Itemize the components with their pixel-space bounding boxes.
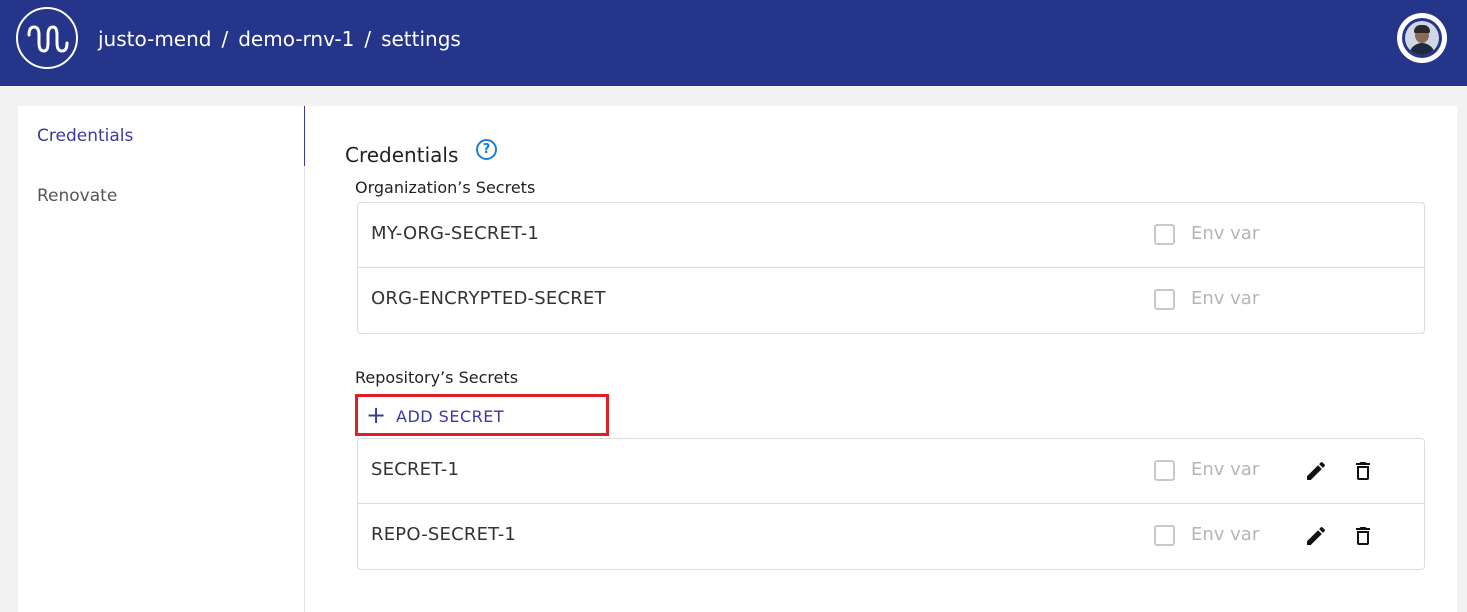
secret-name: MY-ORG-SECRET-1 bbox=[371, 223, 540, 244]
top-app-bar: justo-mend / demo-rnv-1 / settings bbox=[0, 0, 1467, 86]
repo-secrets-label: Repository’s Secrets bbox=[355, 368, 519, 387]
plus-icon: + bbox=[366, 401, 387, 429]
breadcrumb-page: settings bbox=[381, 27, 461, 51]
org-secrets-label: Organization’s Secrets bbox=[355, 178, 536, 197]
env-var-label: Env var bbox=[1191, 459, 1260, 480]
env-var-label: Env var bbox=[1191, 223, 1260, 244]
secret-row: MY-ORG-SECRET-1 Env var bbox=[358, 203, 1424, 268]
org-secrets-list: MY-ORG-SECRET-1 Env var ORG-ENCRYPTED-SE… bbox=[357, 202, 1425, 334]
avatar-hair bbox=[1414, 25, 1430, 33]
secret-row: ORG-ENCRYPTED-SECRET Env var bbox=[358, 268, 1424, 333]
avatar-ring bbox=[1402, 18, 1442, 58]
secret-row: SECRET-1 Env var bbox=[358, 439, 1424, 504]
secret-name: SECRET-1 bbox=[371, 459, 460, 480]
breadcrumb-separator: / bbox=[221, 27, 229, 51]
breadcrumb-org[interactable]: justo-mend bbox=[98, 27, 211, 51]
env-var-checkbox[interactable] bbox=[1154, 460, 1175, 481]
credentials-panel: Credentials ? Organization’s Secrets MY-… bbox=[305, 106, 1457, 612]
breadcrumb-repo[interactable]: demo-rnv-1 bbox=[238, 27, 354, 51]
env-var-label: Env var bbox=[1191, 288, 1260, 309]
avatar-photo bbox=[1405, 21, 1439, 55]
mend-logo-icon[interactable] bbox=[16, 7, 78, 69]
help-icon[interactable]: ? bbox=[476, 139, 497, 160]
settings-nav: Credentials Renovate bbox=[18, 106, 307, 612]
nav-item-renovate[interactable]: Renovate bbox=[18, 166, 305, 226]
env-var-checkbox[interactable] bbox=[1154, 289, 1175, 310]
add-secret-label: ADD SECRET bbox=[396, 407, 505, 426]
breadcrumb-separator: / bbox=[364, 27, 372, 51]
secret-name: REPO-SECRET-1 bbox=[371, 524, 517, 545]
user-avatar[interactable] bbox=[1397, 13, 1447, 63]
edit-icon[interactable] bbox=[1304, 524, 1328, 548]
delete-icon[interactable] bbox=[1351, 524, 1375, 548]
page-title: Credentials bbox=[345, 143, 459, 167]
add-secret-button[interactable]: + ADD SECRET bbox=[355, 394, 609, 436]
secret-row: REPO-SECRET-1 Env var bbox=[358, 504, 1424, 569]
breadcrumb: justo-mend / demo-rnv-1 / settings bbox=[98, 27, 461, 51]
nav-item-credentials[interactable]: Credentials bbox=[18, 106, 307, 166]
delete-icon[interactable] bbox=[1351, 459, 1375, 483]
secret-name: ORG-ENCRYPTED-SECRET bbox=[371, 288, 606, 309]
env-var-checkbox[interactable] bbox=[1154, 525, 1175, 546]
avatar-body bbox=[1409, 43, 1435, 55]
edit-icon[interactable] bbox=[1304, 459, 1328, 483]
env-var-checkbox[interactable] bbox=[1154, 224, 1175, 245]
env-var-label: Env var bbox=[1191, 524, 1260, 545]
repo-secrets-list: SECRET-1 Env var REPO-SECRET-1 Env var bbox=[357, 438, 1425, 570]
